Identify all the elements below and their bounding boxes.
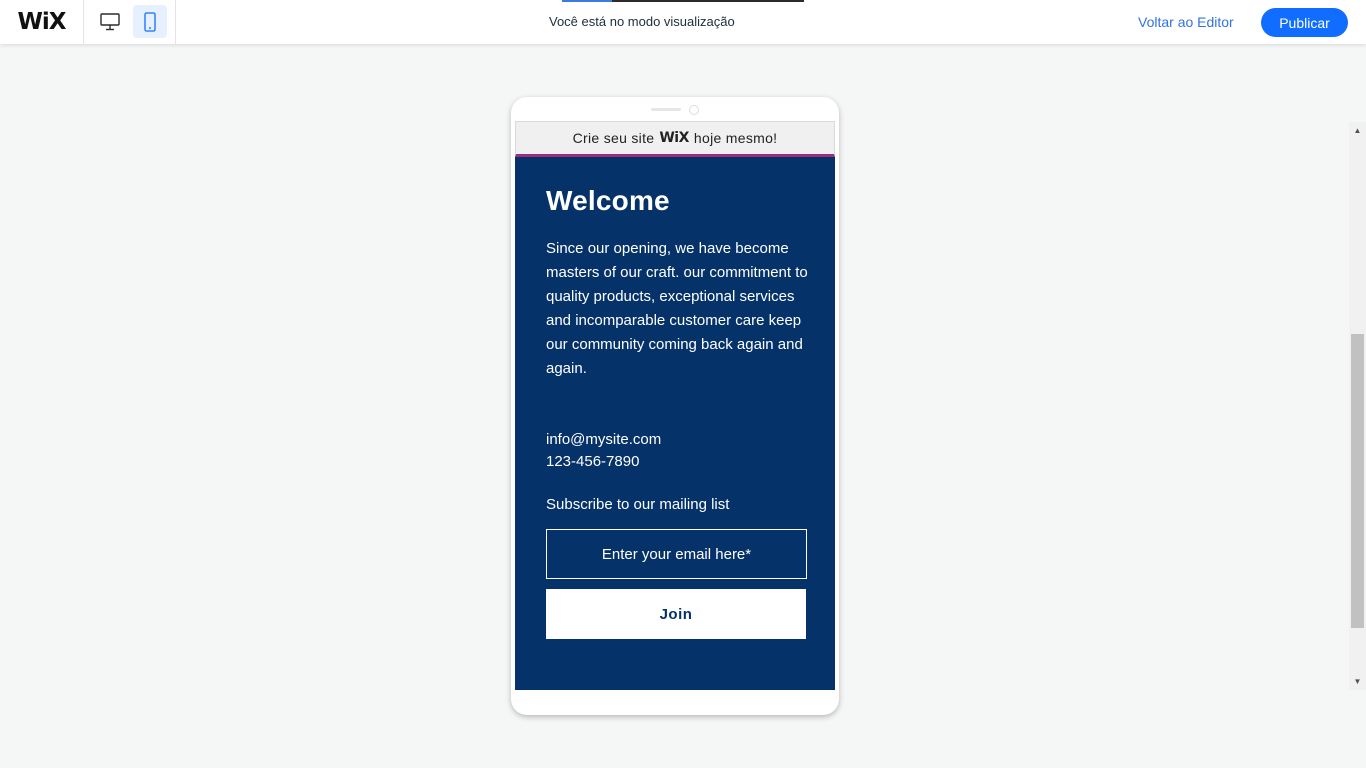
- publish-button[interactable]: Publicar: [1261, 8, 1348, 37]
- preview-mode-text: Você está no modo visualização: [549, 14, 735, 29]
- welcome-heading: Welcome: [546, 185, 670, 216]
- scroll-thumb[interactable]: [1351, 334, 1364, 628]
- preview-toolbar: WiX Você está no modo visualização Volta…: [0, 0, 1366, 44]
- subscribe-label: Subscribe to our mailing list: [546, 496, 730, 513]
- wix-logo-cell: WiX: [0, 0, 84, 44]
- loading-progress-bar: [562, 0, 804, 2]
- mobile-view-button[interactable]: [133, 5, 167, 38]
- back-to-editor-link[interactable]: Voltar ao Editor: [1138, 14, 1234, 30]
- banner-text-before: Crie seu site: [572, 130, 655, 146]
- welcome-paragraph: Since our opening, we have become master…: [546, 240, 808, 377]
- contact-phone: 123-456-7890: [546, 453, 640, 470]
- banner-wix-logo: WiX: [659, 130, 689, 146]
- desktop-view-button[interactable]: [93, 5, 127, 38]
- page-scrollbar[interactable]: ▲ ▼: [1349, 122, 1366, 690]
- join-button[interactable]: Join: [546, 589, 806, 639]
- mobile-phone-icon: [144, 11, 156, 32]
- subscribe-email-input[interactable]: [546, 529, 807, 579]
- scroll-up-arrow-icon[interactable]: ▲: [1349, 122, 1366, 139]
- mobile-preview-frame: Crie seu site WiX hoje mesmo! Welcome Si…: [511, 97, 839, 715]
- desktop-monitor-icon: [100, 12, 120, 30]
- phone-camera: [689, 105, 699, 115]
- banner-text-after: hoje mesmo!: [693, 130, 778, 146]
- phone-speaker: [651, 108, 681, 111]
- site-content-section: Welcome Since our opening, we have becom…: [515, 157, 835, 690]
- wix-ad-banner[interactable]: Crie seu site WiX hoje mesmo!: [515, 121, 835, 157]
- loading-progress-fill: [562, 0, 612, 2]
- scroll-down-arrow-icon[interactable]: ▼: [1349, 673, 1366, 690]
- contact-email[interactable]: info@mysite.com: [546, 431, 661, 448]
- wix-logo[interactable]: WiX: [18, 9, 67, 35]
- device-switcher: [84, 0, 176, 44]
- phone-screen: Crie seu site WiX hoje mesmo! Welcome Si…: [515, 121, 835, 690]
